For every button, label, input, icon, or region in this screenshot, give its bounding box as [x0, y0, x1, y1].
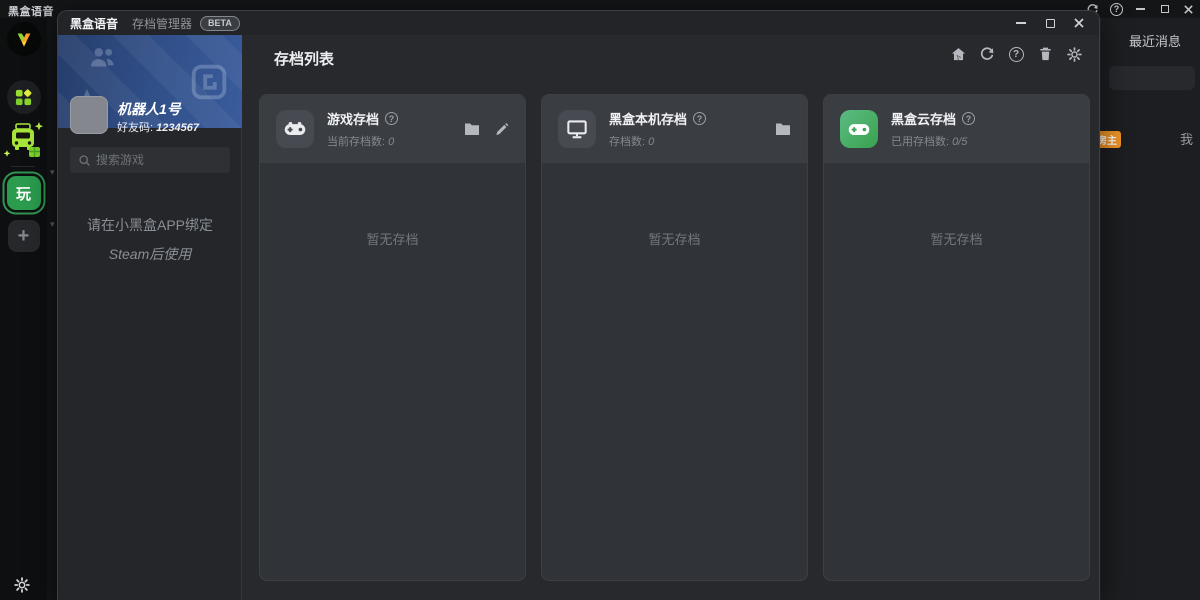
- avatar: [70, 96, 108, 134]
- game-bus-icon[interactable]: [3, 118, 45, 162]
- save-list-title: 存档列表: [274, 48, 334, 69]
- app-sidebar: 玩 +: [0, 18, 47, 600]
- modal-close-icon[interactable]: [1071, 15, 1087, 31]
- play-tab-label: 玩: [16, 183, 31, 204]
- chevron-down-icon[interactable]: ▾: [50, 219, 55, 230]
- sidebar-divider: [11, 166, 35, 167]
- cloud-gamepad-icon: [840, 110, 878, 148]
- bind-hint-line2: Steam后使用: [58, 240, 242, 269]
- help-icon[interactable]: ?: [1007, 45, 1025, 63]
- game-library-icon[interactable]: [7, 80, 41, 114]
- home-icon[interactable]: [949, 45, 967, 63]
- recent-messages-panel: 最近消息 房主 我: [1100, 18, 1200, 600]
- cloud-save-card: 黑盒云存档 ? 已用存档数:0/5 暂无存档: [823, 94, 1090, 581]
- card-stat: 存档数:0: [609, 133, 706, 149]
- add-button[interactable]: +: [8, 220, 40, 252]
- empty-state-text: 暂无存档: [648, 229, 700, 248]
- gamepad-icon: [276, 110, 314, 148]
- edit-icon[interactable]: [493, 121, 509, 137]
- save-list-content: 存档列表 ?: [242, 35, 1099, 600]
- user-name: 机器人1号: [117, 99, 181, 119]
- empty-state-text: 暂无存档: [930, 229, 982, 248]
- local-save-card: 黑盒本机存档 ? 存档数:0: [541, 94, 808, 581]
- modal-maximize-icon[interactable]: [1042, 15, 1058, 31]
- monitor-icon: [558, 110, 596, 148]
- user-panel: 机器人1号 好友码: 1234567 请在小黑盒APP绑定 Steam后使用: [58, 35, 242, 600]
- message-search-bar[interactable]: [1109, 66, 1195, 90]
- game-search-box: [70, 147, 230, 173]
- modal-minimize-icon[interactable]: [1013, 15, 1029, 31]
- friend-code-label: 好友码:: [117, 122, 153, 134]
- close-icon[interactable]: [1181, 2, 1196, 17]
- maximize-icon[interactable]: [1157, 2, 1172, 17]
- settings-gear-icon[interactable]: [13, 576, 31, 594]
- trash-icon[interactable]: [1036, 45, 1054, 63]
- friend-code-value: 1234567: [156, 122, 199, 134]
- card-header: 游戏存档 ? 当前存档数:0: [260, 95, 525, 163]
- bind-hint-line1: 请在小黑盒APP绑定: [58, 211, 242, 240]
- card-title: 游戏存档: [327, 109, 379, 128]
- modal-app-name: 黑盒语音: [70, 15, 118, 32]
- save-manager-window: 黑盒语音 存档管理器 BETA: [57, 10, 1100, 600]
- beta-badge: BETA: [200, 16, 240, 31]
- card-title: 黑盒云存档: [891, 109, 956, 128]
- card-stat: 已用存档数:0/5: [891, 133, 975, 149]
- card-header: 黑盒云存档 ? 已用存档数:0/5: [824, 95, 1089, 163]
- folder-icon[interactable]: [775, 121, 791, 137]
- empty-state-text: 暂无存档: [366, 229, 418, 248]
- heybox-logo-icon[interactable]: [7, 22, 41, 56]
- info-icon[interactable]: ?: [385, 112, 398, 125]
- gear-icon[interactable]: [1065, 45, 1083, 63]
- game-search-input[interactable]: [96, 153, 216, 167]
- folder-icon[interactable]: [464, 121, 480, 137]
- info-icon[interactable]: ?: [962, 112, 975, 125]
- card-body: 暂无存档: [824, 163, 1089, 248]
- bind-hint: 请在小黑盒APP绑定 Steam后使用: [58, 211, 242, 269]
- info-icon[interactable]: ?: [693, 112, 706, 125]
- recent-messages-title: 最近消息: [1129, 31, 1181, 50]
- app-root: 黑盒语音 ?: [0, 0, 1200, 600]
- card-body: 暂无存档: [542, 163, 807, 248]
- save-manager-titlebar: 黑盒语音 存档管理器 BETA: [58, 11, 1099, 35]
- card-title: 黑盒本机存档: [609, 109, 687, 128]
- help-icon[interactable]: ?: [1109, 2, 1124, 17]
- add-button-label: +: [18, 225, 30, 248]
- save-cards-row: 游戏存档 ? 当前存档数:0: [259, 94, 1090, 581]
- refresh-icon[interactable]: [978, 45, 996, 63]
- chevron-down-icon[interactable]: ▾: [50, 167, 55, 178]
- card-body: 暂无存档: [260, 163, 525, 248]
- app-title: 黑盒语音: [8, 3, 54, 19]
- card-stat: 当前存档数:0: [327, 133, 398, 149]
- me-label: 我: [1180, 129, 1193, 148]
- play-tab-button[interactable]: 玩: [7, 176, 41, 210]
- friend-code: 好友码: 1234567: [117, 119, 199, 135]
- modal-page-title: 存档管理器: [132, 15, 192, 32]
- search-icon: [78, 154, 91, 167]
- card-header: 黑盒本机存档 ? 存档数:0: [542, 95, 807, 163]
- game-save-card: 游戏存档 ? 当前存档数:0: [259, 94, 526, 581]
- minimize-icon[interactable]: [1133, 2, 1148, 17]
